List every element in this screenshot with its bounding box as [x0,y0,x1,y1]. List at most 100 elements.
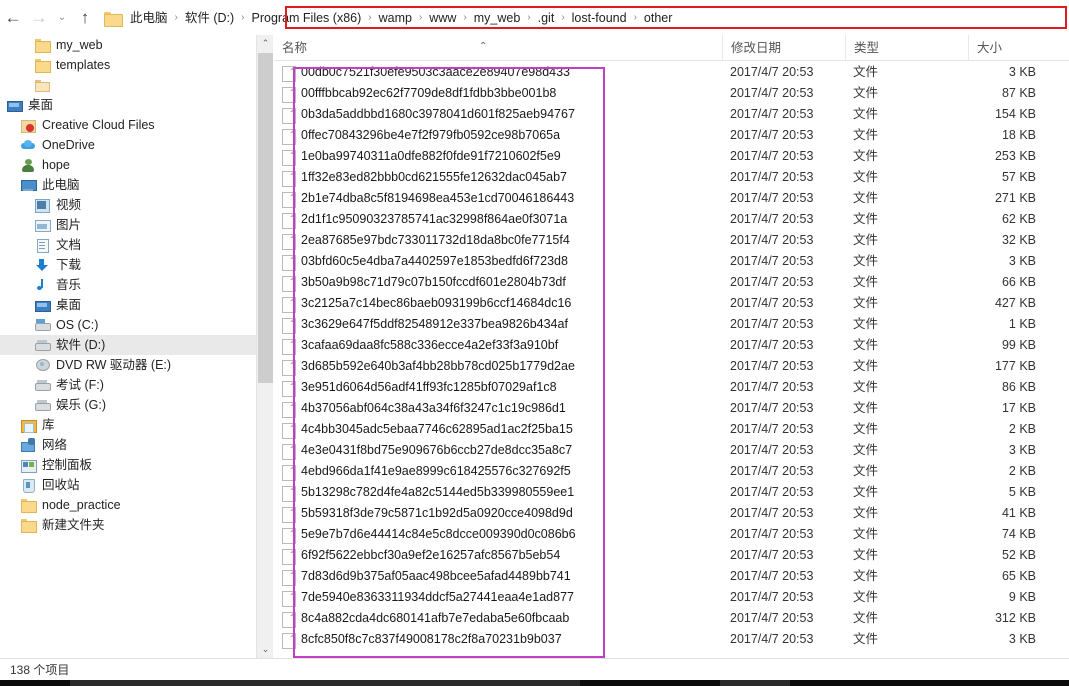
sidebar-item-视频[interactable]: 视频 [0,195,256,215]
scrollbar-thumb[interactable] [258,53,273,383]
sidebar-item-回收站[interactable]: 回收站 [0,475,256,495]
table-row[interactable]: 5b59318f3de79c5871c1b92d5a0920cce4098d9d… [274,503,1069,524]
column-header-size[interactable]: 大小 [968,34,1046,61]
sidebar-item-软件 (D:)[interactable]: 软件 (D:) [0,335,256,355]
table-row[interactable]: 3c2125a7c14bec86baeb093199b6ccf14684dc16… [274,293,1069,314]
file-name-cell: 3c3629e647f5ddf82548912e337bea9826b434af [274,314,722,335]
up-button[interactable]: ↑ [72,5,98,31]
file-size-cell: 41 KB [1001,506,1036,520]
breadcrumb-item[interactable]: 此电脑 [125,8,173,28]
file-date-cell: 2017/4/7 20:53 [730,65,814,79]
table-row[interactable]: 8cfc850f8c7c837f49008178c2f8a70231b9b037… [274,629,1069,650]
table-row[interactable]: 00fffbbcab92ec62f7709de8df1fdbb3bbe001b8… [274,83,1069,104]
table-row[interactable]: 4c4bb3045adc5ebaa7746c62895ad1ac2f25ba15… [274,419,1069,440]
sidebar-item-node_practice[interactable]: node_practice [0,495,256,515]
sidebar-item-库[interactable]: 库 [0,415,256,435]
breadcrumb-item[interactable]: Program Files (x86) [247,8,367,28]
file-size-cell: 271 KB [994,191,1036,205]
sidebar-item-考试 (F:)[interactable]: 考试 (F:) [0,375,256,395]
sidebar-item-网络[interactable]: 网络 [0,435,256,455]
sidebar-item-DVD RW 驱动器 (E:)[interactable]: DVD RW 驱动器 (E:) [0,355,256,375]
file-type-cell: 文件 [853,128,879,142]
table-row[interactable]: 2d1f1c95090323785741ac32998f864ae0f3071a… [274,209,1069,230]
breadcrumb-item[interactable]: www [424,8,461,28]
sidebar-item-hope[interactable]: hope [0,155,256,175]
sidebar-item-label: Creative Cloud Files [42,118,155,132]
table-row[interactable]: 8c4a882cda4dc680141afb7e7edaba5e60fbcaab… [274,608,1069,629]
table-row[interactable]: 3d685b592e640b3af4bb28bb78cd025b1779d2ae… [274,356,1069,377]
table-row[interactable]: 3c3629e647f5ddf82548912e337bea9826b434af… [274,314,1069,335]
table-row[interactable]: 0ffec70843296be4e7f2f979fb0592ce98b7065a… [274,125,1069,146]
navigation-pane-scrollbar[interactable]: ⌃ ⌄ [256,35,273,658]
table-row[interactable]: 03bfd60c5e4dba7a4402597e1853bedfd6f723d8… [274,251,1069,272]
folder-open-icon [34,77,50,93]
file-icon [282,128,296,145]
file-name-label: 3cafaa69daa8fc588c336ecce4a2ef33f3a910bf [301,338,559,352]
sidebar-item-label: 回收站 [42,478,80,492]
table-row[interactable]: 4e3e0431f8bd75e909676b6ccb27de8dcc35a8c7… [274,440,1069,461]
breadcrumb-item[interactable]: wamp [374,8,417,28]
scroll-down-icon[interactable]: ⌄ [257,641,274,658]
file-name-label: 7d83d6d9b375af05aac498bcee5afad4489bb741 [301,569,571,583]
sidebar-item-桌面[interactable]: 桌面 [0,295,256,315]
table-row[interactable]: 1ff32e83ed82bbb0cd621555fe12632dac045ab7… [274,167,1069,188]
forward-button[interactable]: → [26,5,52,31]
file-name-label: 8cfc850f8c7c837f49008178c2f8a70231b9b037 [301,632,562,646]
sidebar-item-此电脑[interactable]: 此电脑 [0,175,256,195]
table-row[interactable]: 7de5940e8363311934ddcf5a27441eaa4e1ad877… [274,587,1069,608]
file-name-label: 8c4a882cda4dc680141afb7e7edaba5e60fbcaab [301,611,570,625]
file-size-cell: 87 KB [1001,86,1036,100]
sidebar-item-OneDrive[interactable]: OneDrive [0,135,256,155]
column-header-type[interactable]: 类型 [845,34,968,61]
table-row[interactable]: 7d83d6d9b375af05aac498bcee5afad4489bb741… [274,566,1069,587]
table-row[interactable]: 00db0c7521f30efe9503c3aace2e89407e98d433… [274,62,1069,83]
table-row[interactable]: 1e0ba99740311a0dfe882f0fde91f7210602f5e9… [274,146,1069,167]
sidebar-item-新建文件夹[interactable]: 新建文件夹 [0,515,256,535]
table-row[interactable]: 6f92f5622ebbcf30a9ef2e16257afc8567b5eb54… [274,545,1069,566]
table-row[interactable]: 5b13298c782d4fe4a82c5144ed5b339980559ee1… [274,482,1069,503]
table-row[interactable]: 3e951d6064d56adf41ff93fc1285bf07029af1c8… [274,377,1069,398]
sidebar-item-下载[interactable]: 下载 [0,255,256,275]
table-row[interactable]: 0b3da5addbbd1680c3978041d601f825aeb94767… [274,104,1069,125]
table-row[interactable]: 5e9e7b7d6e44414c84e5c8dcce009390d0c086b6… [274,524,1069,545]
sidebar-item-文档[interactable]: 文档 [0,235,256,255]
breadcrumb-separator: › [633,12,637,23]
folder-icon [34,37,51,53]
sidebar-item-桌面[interactable]: 桌面 [0,95,256,115]
file-type-cell: 文件 [853,611,879,625]
sidebar-item-label: templates [56,58,111,72]
table-row[interactable]: 2ea87685e97bdc733011732d18da8bc0fe7715f4… [274,230,1069,251]
back-button[interactable]: ← [0,5,26,31]
breadcrumb-item[interactable]: .git [533,8,560,28]
scroll-up-icon[interactable]: ⌃ [257,35,274,52]
sidebar-item[interactable] [0,75,256,95]
table-row[interactable]: 4b37056abf064c38a43a34f6f3247c1c19c986d1… [274,398,1069,419]
breadcrumb-item[interactable]: 软件 (D:) [180,8,239,28]
breadcrumb-separator: › [561,12,565,23]
navigation-pane[interactable]: my_web templates 桌面 Creative Cloud Files One… [0,35,256,658]
file-date-cell: 2017/4/7 20:53 [730,380,814,394]
breadcrumb: 此电脑 › 软件 (D:) › Program Files (x86) › wamp › www… [125,8,677,28]
sidebar-item-控制面板[interactable]: 控制面板 [0,455,256,475]
table-row[interactable]: 4ebd966da1f41e9ae8999c618425576c327692f5… [274,461,1069,482]
table-row[interactable]: 2b1e74dba8c5f8194698ea453e1cd70046186443… [274,188,1069,209]
breadcrumb-item[interactable]: my_web [469,8,526,28]
sidebar-item-图片[interactable]: 图片 [0,215,256,235]
sidebar-item-templates[interactable]: templates [0,55,256,75]
table-row[interactable]: 3cafaa69daa8fc588c336ecce4a2ef33f3a910bf… [274,335,1069,356]
sidebar-item-label: hope [42,158,70,172]
file-icon [282,254,296,271]
file-date-cell: 2017/4/7 20:53 [730,464,814,478]
sidebar-item-Creative Cloud Files[interactable]: Creative Cloud Files [0,115,256,135]
sidebar-item-娱乐 (G:)[interactable]: 娱乐 (G:) [0,395,256,415]
breadcrumb-item[interactable]: other [639,8,678,28]
table-row[interactable]: 3b50a9b98c71d79c07b150fccdf601e2804b73df… [274,272,1069,293]
column-header-name[interactable]: 名称 ⌃ [274,35,722,61]
file-date-cell: 2017/4/7 20:53 [730,191,814,205]
sidebar-item-OS (C:)[interactable]: OS (C:) [0,315,256,335]
breadcrumb-item[interactable]: lost-found [567,8,632,28]
sidebar-item-音乐[interactable]: 音乐 [0,275,256,295]
sidebar-item-my_web[interactable]: my_web [0,35,256,55]
column-header-date[interactable]: 修改日期 [722,34,845,61]
recent-locations-button[interactable]: ⌄ [52,5,72,31]
